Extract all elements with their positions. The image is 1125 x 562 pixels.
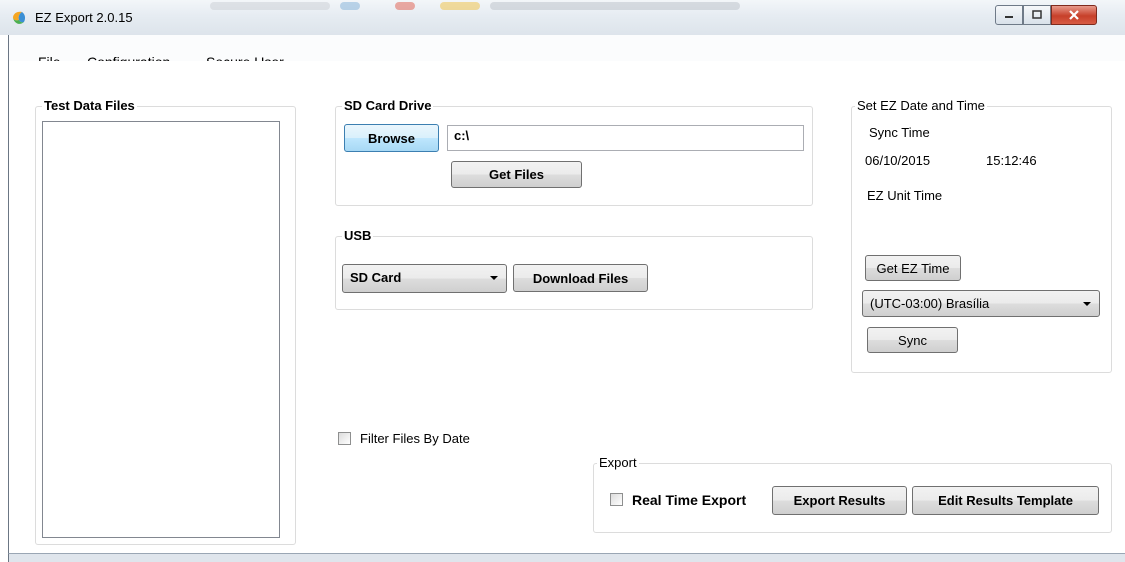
set-date-time-title: Set EZ Date and Time — [855, 98, 987, 114]
sd-card-path-field[interactable]: c:\ — [447, 125, 804, 151]
get-ez-time-button[interactable]: Get EZ Time — [865, 255, 961, 281]
edit-results-template-button[interactable]: Edit Results Template — [912, 486, 1099, 515]
filter-by-date-checkbox[interactable] — [338, 432, 351, 445]
menu-bar — [8, 35, 1125, 61]
filter-by-date-label: Filter Files By Date — [360, 431, 470, 446]
sync-date-value: 06/10/2015 — [865, 153, 931, 168]
usb-title: USB — [342, 228, 374, 244]
usb-source-select[interactable]: SD Card — [342, 264, 507, 293]
background-blur — [340, 2, 360, 10]
export-title: Export — [597, 455, 639, 471]
app-icon — [13, 11, 26, 24]
sd-card-drive-title: SD Card Drive — [342, 98, 434, 114]
sync-time-label: Sync Time — [869, 125, 930, 140]
window-controls — [995, 5, 1097, 27]
window-title: EZ Export 2.0.15 — [35, 10, 133, 25]
background-blur — [395, 2, 415, 10]
minimize-icon — [1005, 16, 1013, 18]
usb-source-value: SD Card — [350, 270, 402, 285]
background-blur — [490, 2, 740, 10]
chevron-down-icon — [490, 276, 498, 280]
background-blur — [440, 2, 480, 10]
download-files-button[interactable]: Download Files — [513, 264, 648, 292]
close-button[interactable] — [1051, 5, 1097, 25]
get-files-button[interactable]: Get Files — [451, 161, 582, 188]
sync-time-value: 15:12:46 — [986, 153, 1037, 168]
timezone-select[interactable]: (UTC-03:00) Brasília — [862, 290, 1100, 317]
chevron-down-icon — [1083, 302, 1091, 306]
timezone-value: (UTC-03:00) Brasília — [870, 296, 990, 311]
maximize-icon — [1032, 10, 1042, 19]
minimize-button[interactable] — [995, 5, 1023, 25]
sync-button[interactable]: Sync — [867, 327, 958, 353]
ez-unit-time-label: EZ Unit Time — [867, 188, 943, 203]
background-blur — [210, 2, 330, 10]
close-icon — [1069, 10, 1079, 20]
sd-card-drive-group: SD Card Drive — [335, 98, 813, 206]
test-data-files-list[interactable] — [42, 121, 280, 538]
real-time-export-label: Real Time Export — [632, 492, 747, 508]
maximize-button[interactable] — [1023, 5, 1051, 25]
title-bar[interactable]: EZ Export 2.0.15 — [0, 0, 1125, 35]
export-results-button[interactable]: Export Results — [772, 486, 907, 515]
test-data-files-title: Test Data Files — [42, 98, 137, 114]
browse-button[interactable]: Browse — [344, 124, 439, 152]
application-window: EZ Export 2.0.15 File Configuration Secu… — [0, 0, 1125, 562]
real-time-export-checkbox[interactable] — [610, 493, 623, 506]
